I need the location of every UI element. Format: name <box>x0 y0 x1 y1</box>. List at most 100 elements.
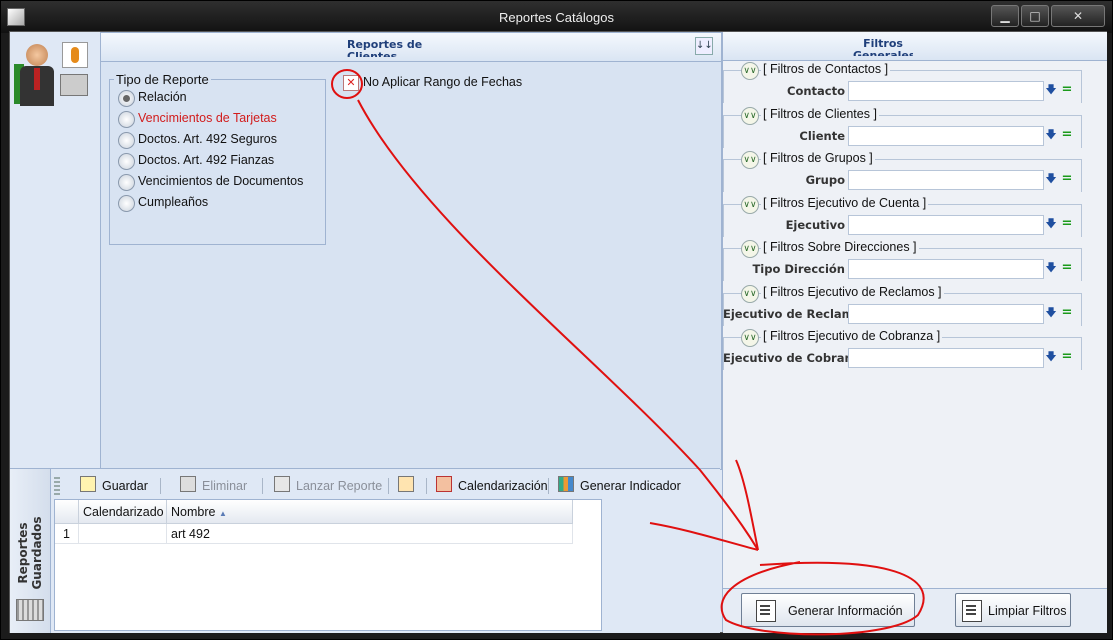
delete-button[interactable]: Eliminar <box>180 475 247 497</box>
calendar-icon <box>436 476 452 492</box>
generate-information-button[interactable]: Generar Información <box>741 593 915 627</box>
saved-reports-tab-label: Reportes Guardados <box>16 516 44 590</box>
document-icon <box>756 600 776 622</box>
equals-icon[interactable]: = <box>1060 127 1074 143</box>
filter-direcciones: ∨∨ [ Filtros Sobre Direcciones ] Tipo Di… <box>723 240 1082 281</box>
table-cell-calendarizado[interactable] <box>79 524 167 544</box>
row-number-header <box>55 500 79 524</box>
report-options-panel: Reportes de Clientes ↓↓ Tipo de Reporte … <box>100 32 722 470</box>
radio-label: Vencimientos de Tarjetas <box>138 111 277 125</box>
column-header-nombre[interactable]: Nombre ▲ <box>167 500 573 524</box>
radio-label: Doctos. Art. 492 Fianzas <box>138 153 275 167</box>
report-options-header: Reportes de Clientes ↓↓ <box>101 33 721 62</box>
radio-icon[interactable] <box>118 111 135 128</box>
expand-chevron-icon[interactable]: ∨∨ <box>741 285 759 303</box>
tipo-direccion-input[interactable] <box>848 259 1044 279</box>
saved-reports-table: Calendarizado Nombre ▲ 1 art 492 <box>54 499 602 631</box>
dropdown-arrow-icon[interactable]: 🡇 <box>1045 260 1057 276</box>
schedule-button[interactable]: Calendarización <box>436 475 548 497</box>
radio-icon[interactable] <box>118 153 135 170</box>
equals-icon[interactable]: = <box>1060 260 1074 276</box>
app-window: Reportes Catálogos ▁ □ ✕ Reportes de Cli… <box>0 0 1113 640</box>
filter-label: Ejecutivo de Cobranza <box>723 351 868 365</box>
filters-panel: Filtros Generales ∨∨ [ Filtros de Contac… <box>722 32 1107 633</box>
filter-label: Cliente <box>799 129 845 143</box>
person-badge-icon <box>62 42 88 68</box>
filter-clientes: ∨∨ [ Filtros de Clientes ] Cliente 🡇 = <box>723 107 1082 148</box>
generate-indicator-button[interactable]: Generar Indicador <box>558 475 681 497</box>
date-range-checkbox-label: No Aplicar Rango de Fechas <box>363 75 523 89</box>
radio-icon[interactable] <box>118 174 135 191</box>
equals-icon[interactable]: = <box>1060 82 1074 98</box>
expand-chevron-icon[interactable]: ∨∨ <box>741 107 759 125</box>
expand-chevron-icon[interactable]: ∨∨ <box>741 329 759 347</box>
chart-button[interactable] <box>398 475 420 497</box>
filter-title: [ Filtros Ejecutivo de Reclamos ] <box>761 285 944 299</box>
filter-title: [ Filtros Sobre Direcciones ] <box>761 240 919 254</box>
report-options-title: Reportes de Clientes <box>347 39 423 57</box>
expand-chevron-icon[interactable]: ∨∨ <box>741 196 759 214</box>
table-cell-nombre[interactable]: art 492 <box>167 524 573 544</box>
ejecutivo-cobranza-input[interactable] <box>848 348 1044 368</box>
dropdown-arrow-icon[interactable]: 🡇 <box>1045 82 1057 98</box>
dropdown-arrow-icon[interactable]: 🡇 <box>1045 216 1057 232</box>
filter-ejecutivo-cobranza: ∨∨ [ Filtros Ejecutivo de Cobranza ] Eje… <box>723 329 1082 370</box>
minimize-button[interactable]: ▁ <box>991 5 1019 27</box>
filter-ejecutivo-cuenta: ∨∨ [ Filtros Ejecutivo de Cuenta ] Ejecu… <box>723 196 1082 237</box>
ejecutivo-reclamo-input[interactable] <box>848 304 1044 324</box>
radio-icon[interactable] <box>118 132 135 149</box>
equals-icon[interactable]: = <box>1060 349 1074 365</box>
dropdown-arrow-icon[interactable]: 🡇 <box>1045 127 1057 143</box>
radio-label: Vencimientos de Documentos <box>138 174 304 188</box>
date-range-checkbox[interactable]: ✕ <box>343 75 359 91</box>
filter-title: [ Filtros Ejecutivo de Cobranza ] <box>761 329 943 343</box>
report-type-group: Tipo de Reporte Relación Vencimientos de… <box>109 72 326 245</box>
save-button[interactable]: Guardar <box>80 475 148 497</box>
launch-report-label: Lanzar Reporte <box>296 479 383 493</box>
dropdown-arrow-icon[interactable]: 🡇 <box>1045 305 1057 321</box>
sort-ascending-icon: ▲ <box>218 509 227 518</box>
cliente-input[interactable] <box>848 126 1044 146</box>
generate-indicator-label: Generar Indicador <box>580 479 681 493</box>
line-chart-icon <box>398 476 414 492</box>
filter-label: Contacto <box>787 84 845 98</box>
window-title: Reportes Catálogos <box>499 10 614 25</box>
expand-chevron-icon[interactable]: ∨∨ <box>741 240 759 258</box>
toolbar-grip[interactable] <box>54 477 60 495</box>
title-bar: Reportes Catálogos ▁ □ ✕ <box>1 1 1112 33</box>
filter-label: Tipo Dirección <box>752 262 845 276</box>
filter-contactos: ∨∨ [ Filtros de Contactos ] Contacto 🡇 = <box>723 62 1082 103</box>
column-header-calendarizado[interactable]: Calendarizado <box>79 500 167 524</box>
filters-title: Filtros Generales <box>853 38 913 56</box>
contacto-input[interactable] <box>848 81 1044 101</box>
radio-icon[interactable] <box>118 195 135 212</box>
equals-icon[interactable]: = <box>1060 305 1074 321</box>
expand-chevron-icon[interactable]: ∨∨ <box>741 62 759 80</box>
maximize-button[interactable]: □ <box>1021 5 1049 27</box>
radio-selected-icon[interactable] <box>118 90 135 107</box>
column-header-nombre-label: Nombre <box>171 505 216 519</box>
equals-icon[interactable]: = <box>1060 216 1074 232</box>
generate-information-label: Generar Información <box>788 604 903 618</box>
collapse-chevron-icon[interactable]: ↓↓ <box>695 37 713 55</box>
grupo-input[interactable] <box>848 170 1044 190</box>
close-button[interactable]: ✕ <box>1051 5 1105 27</box>
saved-reports-panel: Reportes Guardados Guardar Eliminar Lanz… <box>10 468 720 633</box>
user-avatar-icon <box>14 34 92 134</box>
bar-chart-icon <box>558 476 574 492</box>
saved-reports-icon <box>16 599 44 621</box>
save-label: Guardar <box>102 479 148 493</box>
ejecutivo-input[interactable] <box>848 215 1044 235</box>
equals-icon[interactable]: = <box>1060 171 1074 187</box>
filter-title: [ Filtros de Grupos ] <box>761 151 875 165</box>
printer-icon <box>60 74 88 96</box>
saved-reports-tab[interactable]: Reportes Guardados <box>10 469 51 633</box>
window-content: Reportes de Clientes ↓↓ Tipo de Reporte … <box>9 31 1107 633</box>
clear-filters-label: Limpiar Filtros <box>988 604 1067 618</box>
filters-header: Filtros Generales <box>723 32 1107 61</box>
clear-filters-button[interactable]: Limpiar Filtros <box>955 593 1071 627</box>
dropdown-arrow-icon[interactable]: 🡇 <box>1045 171 1057 187</box>
expand-chevron-icon[interactable]: ∨∨ <box>741 151 759 169</box>
launch-report-button[interactable]: Lanzar Reporte <box>274 475 382 497</box>
dropdown-arrow-icon[interactable]: 🡇 <box>1045 349 1057 365</box>
